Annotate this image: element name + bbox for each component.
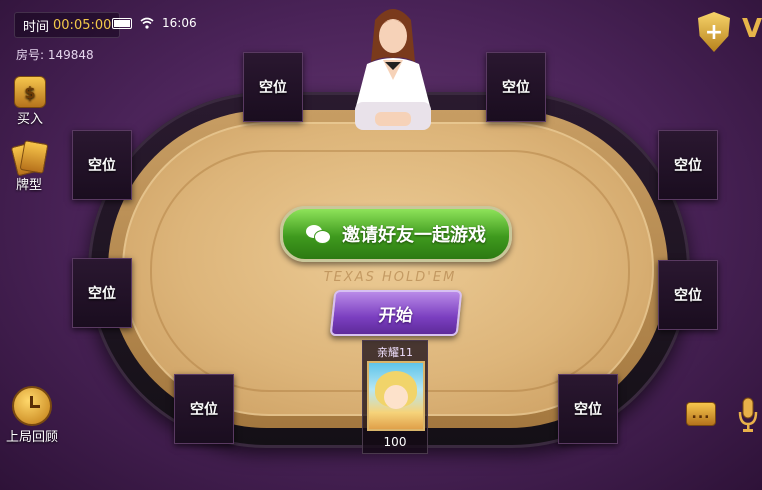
seat-top-left[interactable]: 空位 <box>243 52 303 122</box>
player-name: 亲耀11 <box>377 346 413 359</box>
timer-label: 时间 <box>23 19 50 35</box>
invite-label: 邀请好友一起游戏 <box>342 225 486 246</box>
seat-right-upper[interactable]: 空位 <box>658 130 718 200</box>
chat-glyph: ... <box>691 406 711 422</box>
chat-icon[interactable]: ... <box>686 402 716 426</box>
cards-icon <box>10 140 49 177</box>
wifi-icon <box>140 17 154 29</box>
buy-in-button[interactable]: $ 买入 <box>14 76 46 127</box>
last-hand-replay-button[interactable]: 上局回顾 <box>6 386 58 445</box>
game-timer: 时间 00:05:00 <box>14 12 121 38</box>
timer-value: 00:05:00 <box>53 17 112 33</box>
seat-bottom-right[interactable]: 空位 <box>558 374 618 444</box>
hand-types-label: 牌型 <box>15 178 42 193</box>
buy-in-label: 买入 <box>16 112 43 127</box>
seat-left-lower[interactable]: 空位 <box>72 258 132 328</box>
money-bag-icon: $ <box>14 76 46 108</box>
table-brand-watermark: TEXAS HOLD'EM <box>323 270 457 285</box>
player-avatar <box>367 361 425 431</box>
clock-icon <box>12 386 52 426</box>
seat-right-lower[interactable]: 空位 <box>658 260 718 330</box>
wechat-icon <box>306 223 332 245</box>
system-clock: 16:06 <box>162 16 197 30</box>
start-button[interactable]: 开始 <box>329 290 463 336</box>
player-chips: 100 <box>383 435 407 449</box>
player-seat[interactable]: 亲耀11 100 <box>362 340 428 454</box>
hand-types-button[interactable]: 牌型 <box>10 140 49 193</box>
shield-plus-icon[interactable]: + <box>698 12 730 52</box>
battery-icon <box>112 17 132 29</box>
dollar-glyph: $ <box>24 82 36 102</box>
microphone-icon[interactable] <box>738 396 758 434</box>
vip-icon[interactable]: V <box>742 14 762 44</box>
plus-glyph: + <box>704 19 724 45</box>
seat-left-upper[interactable]: 空位 <box>72 130 132 200</box>
dealer-avatar <box>355 9 431 130</box>
invite-friends-button[interactable]: 邀请好友一起游戏 <box>280 206 512 262</box>
seat-top-right[interactable]: 空位 <box>486 52 546 122</box>
replay-label: 上局回顾 <box>6 430 59 445</box>
room-number: 房号: 149848 <box>16 48 94 62</box>
start-label: 开始 <box>377 305 414 326</box>
seat-bottom-left[interactable]: 空位 <box>174 374 234 444</box>
system-status-bar: 16:06 <box>112 16 197 30</box>
